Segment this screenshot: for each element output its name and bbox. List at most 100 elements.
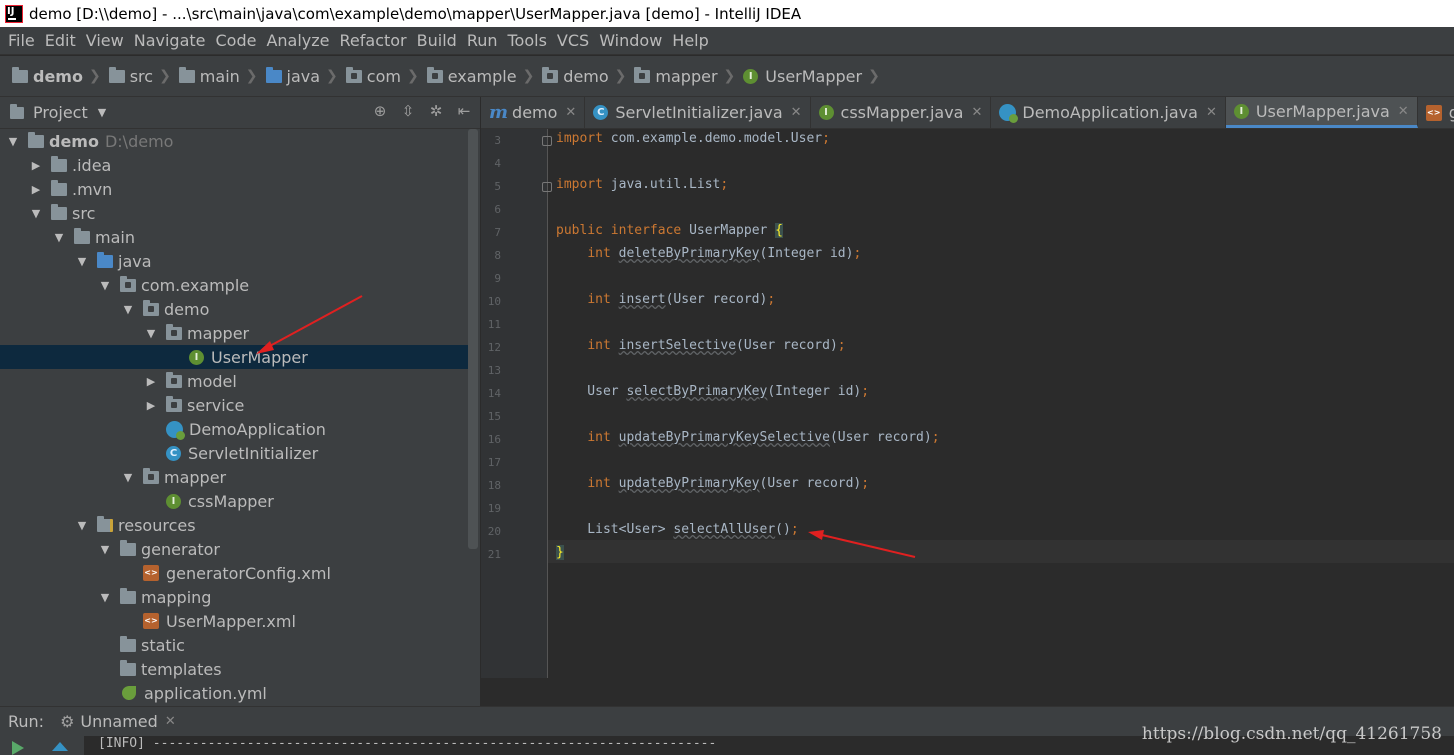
tree-item[interactable]: ▼ resources	[0, 513, 468, 537]
tree-item[interactable]: C ServletInitializer	[0, 441, 468, 465]
tree-item[interactable]: ▶ service	[0, 393, 468, 417]
breadcrumb-main[interactable]: main ❯	[178, 66, 266, 86]
menu-run[interactable]: Run	[467, 31, 498, 50]
tree-item[interactable]: <> generatorConfig.xml	[0, 561, 468, 585]
breadcrumb-label: demo	[33, 66, 83, 86]
tree-item[interactable]: ▼ demo	[0, 297, 468, 321]
breadcrumb-com[interactable]: com ❯	[345, 66, 427, 86]
tree-item[interactable]: application.yml	[0, 681, 468, 705]
tree-item[interactable]: ▼ com.example	[0, 273, 468, 297]
run-tab-unnamed[interactable]: Unnamed	[80, 712, 157, 731]
expand-arrow-icon[interactable]: ▼	[52, 231, 66, 244]
expand-arrow-icon[interactable]: ▼	[75, 255, 89, 268]
menu-build[interactable]: Build	[417, 31, 457, 50]
tree-item[interactable]: ▼ mapper	[0, 321, 468, 345]
tree-item[interactable]: static	[0, 633, 468, 657]
breadcrumb-label: src	[129, 66, 154, 86]
code-editor[interactable]: 3 4 5 6 7 8 9 10 11 12 13 14 15 16 17 18 19 20 21 import co…	[481, 129, 1454, 678]
chevron-right-icon: ❯	[326, 68, 338, 84]
menu-code[interactable]: Code	[216, 31, 257, 50]
scroll-up-icon[interactable]	[52, 742, 68, 751]
menu-view[interactable]: View	[86, 31, 124, 50]
fold-marker-icon[interactable]	[542, 136, 552, 146]
menu-vcs[interactable]: VCS	[557, 31, 589, 50]
rerun-icon[interactable]	[12, 741, 24, 755]
tree-item[interactable]: IcssMapper	[0, 489, 468, 513]
gear-icon[interactable]: ✲	[428, 103, 444, 119]
source-folder-icon	[97, 251, 113, 268]
expand-arrow-icon[interactable]: ▼	[98, 279, 112, 292]
close-tab-icon[interactable]: ✕	[1398, 104, 1409, 119]
tree-item[interactable]: DemoApplication	[0, 417, 468, 441]
tree-item[interactable]: ▶ .idea	[0, 153, 468, 177]
collapse-all-icon[interactable]: ⇳	[400, 103, 416, 119]
menu-refactor[interactable]: Refactor	[340, 31, 407, 50]
close-tab-icon[interactable]: ✕	[971, 105, 982, 120]
tree-item[interactable]: ▼ demo D:\demo	[0, 129, 468, 153]
tree-item-label: generator	[141, 539, 221, 559]
collapse-arrow-icon[interactable]: ▶	[144, 375, 158, 388]
menu-navigate[interactable]: Navigate	[134, 31, 206, 50]
tree-item[interactable]: ▼ mapper	[0, 465, 468, 489]
editor-tab[interactable]: m demo ✕	[481, 97, 586, 128]
tree-item[interactable]: ▶ .mvn	[0, 177, 468, 201]
tree-item-label: .mvn	[72, 179, 113, 199]
tree-item-label: UserMapper.xml	[166, 611, 296, 631]
editor-tab[interactable]: DemoApplication.java ✕	[991, 97, 1226, 128]
project-tree-scrollbar[interactable]	[468, 129, 478, 549]
project-view-selector[interactable]: Project	[33, 103, 88, 122]
watermark: https://blog.csdn.net/qq_41261758	[1141, 724, 1442, 744]
menu-analyze[interactable]: Analyze	[266, 31, 329, 50]
menu-file[interactable]: File	[8, 31, 35, 50]
breadcrumb-label: java	[286, 66, 321, 86]
tree-item[interactable]: ▼ main	[0, 225, 468, 249]
close-tab-icon[interactable]: ✕	[1206, 105, 1217, 120]
collapse-arrow-icon[interactable]: ▶	[29, 183, 43, 196]
tree-item[interactable]: ▼ mapping	[0, 585, 468, 609]
menu-window[interactable]: Window	[599, 31, 662, 50]
close-tab-icon[interactable]: ✕	[565, 105, 576, 120]
dropdown-caret-icon[interactable]: ▼	[98, 106, 106, 119]
editor-tab[interactable]: I UserMapper.java ✕	[1225, 97, 1418, 128]
editor-tab[interactable]: IcssMapper.java ✕	[811, 97, 992, 128]
close-icon[interactable]: ✕	[165, 714, 176, 729]
xml-file-icon: <>	[143, 613, 159, 629]
close-tab-icon[interactable]: ✕	[791, 105, 802, 120]
expand-arrow-icon[interactable]: ▼	[121, 471, 135, 484]
breadcrumb-java[interactable]: java ❯	[265, 66, 346, 86]
menu-help[interactable]: Help	[672, 31, 708, 50]
breadcrumb-mapper[interactable]: mapper ❯	[634, 66, 743, 86]
tree-item[interactable]: <> UserMapper.xml	[0, 609, 468, 633]
breadcrumb-example[interactable]: example ❯	[426, 66, 543, 86]
expand-arrow-icon[interactable]: ▼	[29, 207, 43, 220]
expand-arrow-icon[interactable]: ▼	[75, 519, 89, 532]
tree-item[interactable]: ▶ model	[0, 369, 468, 393]
tree-item[interactable]: ▼ java	[0, 249, 468, 273]
locate-icon[interactable]: ⊕	[372, 103, 388, 119]
collapse-arrow-icon[interactable]: ▶	[144, 399, 158, 412]
editor-tab[interactable]: <> generato	[1418, 97, 1454, 128]
hide-panel-icon[interactable]: ⇤	[456, 103, 472, 119]
menu-edit[interactable]: Edit	[45, 31, 76, 50]
breadcrumb-demo-package[interactable]: demo ❯	[542, 66, 634, 86]
expand-arrow-icon[interactable]: ▼	[6, 135, 20, 148]
collapse-arrow-icon[interactable]: ▶	[29, 159, 43, 172]
expand-arrow-icon[interactable]: ▼	[144, 327, 158, 340]
expand-arrow-icon[interactable]: ▼	[98, 591, 112, 604]
fold-marker-icon[interactable]	[542, 182, 552, 192]
editor-tab[interactable]: C ServletInitializer.java ✕	[585, 97, 811, 128]
tree-item[interactable]: ▼ generator	[0, 537, 468, 561]
tree-item[interactable]: I UserMapper	[0, 345, 468, 369]
source-folder-icon	[265, 66, 282, 83]
code-line: int updateByPrimaryKeySelective(User rec…	[587, 430, 940, 445]
expand-arrow-icon[interactable]: ▼	[121, 303, 135, 316]
breadcrumb-usermapper[interactable]: I UserMapper ❯	[743, 67, 888, 86]
breadcrumb-label: main	[199, 66, 240, 86]
breadcrumb-demo[interactable]: demo ❯	[12, 66, 109, 86]
tree-item[interactable]: templates	[0, 657, 468, 681]
package-icon	[120, 275, 136, 292]
expand-arrow-icon[interactable]: ▼	[98, 543, 112, 556]
tree-item[interactable]: ▼ src	[0, 201, 468, 225]
menu-tools[interactable]: Tools	[508, 31, 547, 50]
breadcrumb-src[interactable]: src ❯	[108, 66, 179, 86]
